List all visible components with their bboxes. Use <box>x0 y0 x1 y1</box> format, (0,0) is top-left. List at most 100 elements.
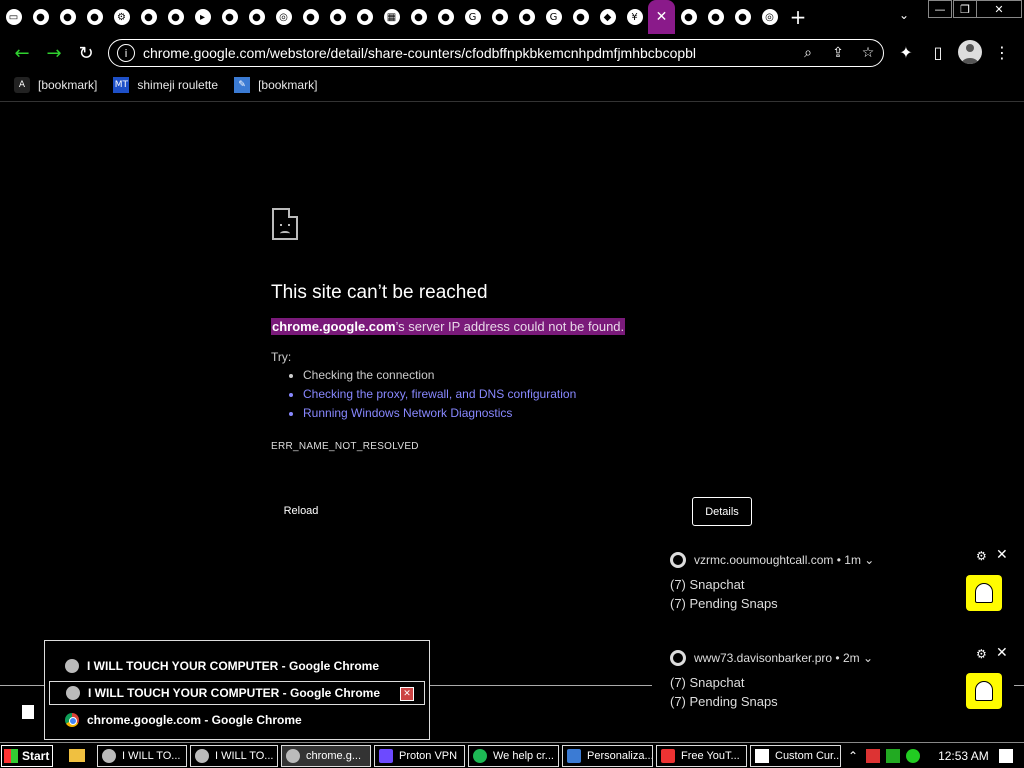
tab[interactable]: ● <box>432 0 459 34</box>
reload-page-button[interactable]: Reload <box>272 498 330 524</box>
window-title: chrome.google.com - Google Chrome <box>87 713 302 727</box>
windows-logo-icon <box>4 748 18 763</box>
notification-age[interactable]: • 1m ⌄ <box>837 553 875 567</box>
show-hidden-icons-icon[interactable]: ⌃ <box>848 749 858 763</box>
volume-icon[interactable] <box>906 749 921 763</box>
notification-toast[interactable]: vzrmc.ooumoughtcall.com • 1m ⌄ ⚙ ✕ (7) S… <box>660 547 1024 637</box>
profile-avatar[interactable] <box>958 40 982 64</box>
minimize-button[interactable]: — <box>928 0 952 18</box>
suggestion-link-proxy[interactable]: Checking the proxy, firewall, and DNS co… <box>303 387 576 401</box>
tab[interactable]: ● <box>162 0 189 34</box>
tab-favicon-icon: ● <box>572 9 589 25</box>
bookmark-label: shimeji roulette <box>137 78 219 92</box>
restore-button[interactable]: ❐ <box>953 0 977 18</box>
tab[interactable]: ● <box>27 0 54 34</box>
tab[interactable]: ▦ <box>378 0 405 34</box>
taskbar-button[interactable]: Personaliza... <box>562 744 653 767</box>
notification-title: (7) Snapchat <box>670 577 745 592</box>
tab[interactable]: ● <box>729 0 756 34</box>
tab[interactable]: ● <box>405 0 432 34</box>
taskbar-thumbnail-popup: I WILL TOUCH YOUR COMPUTER - Google Chro… <box>44 640 430 740</box>
tab-favicon-icon: ● <box>302 9 319 25</box>
close-window-icon[interactable]: ✕ <box>400 687 414 701</box>
start-label: Start <box>22 748 50 763</box>
clock[interactable]: 12:53 AM <box>938 749 989 763</box>
tab[interactable]: ● <box>513 0 540 34</box>
taskbar-button[interactable]: Proton VPN <box>374 744 465 767</box>
tab[interactable]: ● <box>324 0 351 34</box>
tab[interactable]: G <box>540 0 567 34</box>
tab[interactable]: ◎ <box>270 0 297 34</box>
folder-icon[interactable] <box>69 749 85 762</box>
tab[interactable]: ● <box>243 0 270 34</box>
tab[interactable]: ● <box>351 0 378 34</box>
tab[interactable]: ● <box>567 0 594 34</box>
taskbar-button[interactable]: Custom Cur... <box>750 744 841 767</box>
tab[interactable]: ◎ <box>756 0 783 34</box>
window-list-item[interactable]: I WILL TOUCH YOUR COMPUTER - Google Chro… <box>49 654 425 678</box>
new-tab-button[interactable]: + <box>783 0 813 34</box>
window-title: I WILL TOUCH YOUR COMPUTER - Google Chro… <box>87 659 380 673</box>
tab[interactable]: ● <box>81 0 108 34</box>
tab[interactable]: G <box>459 0 486 34</box>
taskbar-button[interactable]: chrome.g... <box>281 744 371 767</box>
side-panel-icon[interactable]: ▯ <box>923 40 953 66</box>
site-info-icon[interactable]: i <box>117 44 135 62</box>
taskbar-button-label: Free YouT... <box>681 749 740 762</box>
show-desktop-icon[interactable] <box>998 749 1013 763</box>
notification-close-icon[interactable]: ✕ <box>996 547 1008 563</box>
tab[interactable]: ● <box>486 0 513 34</box>
address-bar[interactable]: i chrome.google.com/webstore/detail/shar… <box>108 39 884 67</box>
network-icon[interactable] <box>886 749 901 763</box>
tab[interactable]: ● <box>702 0 729 34</box>
tab[interactable]: ● <box>54 0 81 34</box>
divider <box>1014 685 1024 686</box>
taskbar-button[interactable]: I WILL TO... <box>190 744 278 767</box>
tab[interactable]: ⚙ <box>108 0 135 34</box>
active-tab[interactable]: ✕ <box>648 0 675 34</box>
notification-age[interactable]: • 2m ⌄ <box>835 651 873 665</box>
share-icon[interactable]: ⇪ <box>823 45 853 61</box>
tab-search-icon[interactable]: ⌄ <box>892 8 916 26</box>
tab[interactable]: ● <box>135 0 162 34</box>
tab[interactable]: ¥ <box>621 0 648 34</box>
tab[interactable]: ● <box>216 0 243 34</box>
window-list-item[interactable]: chrome.google.com - Google Chrome <box>49 708 425 732</box>
taskbar-button[interactable]: Free YouT... <box>656 744 747 767</box>
bookmark-item[interactable]: A [bookmark] <box>14 77 97 93</box>
notification-settings-icon[interactable]: ⚙ <box>976 647 987 661</box>
bookmark-star-icon[interactable]: ☆ <box>853 45 883 61</box>
tab[interactable]: ▭ <box>0 0 27 34</box>
back-button[interactable]: ← <box>6 37 38 69</box>
notification-close-icon[interactable]: ✕ <box>996 645 1008 661</box>
taskbar-button[interactable]: I WILL TO... <box>97 744 187 767</box>
start-button[interactable]: Start <box>1 744 53 767</box>
bookmark-item[interactable]: MT shimeji roulette <box>113 77 218 93</box>
notification-settings-icon[interactable]: ⚙ <box>976 549 987 563</box>
bookmark-item[interactable]: ✎ [bookmark] <box>234 77 317 93</box>
reload-button[interactable]: ↻ <box>70 37 102 69</box>
menu-icon[interactable]: ⋮ <box>987 40 1017 66</box>
forward-button[interactable]: → <box>38 37 70 69</box>
extensions-icon[interactable]: ✦ <box>891 40 921 66</box>
details-button[interactable]: Details <box>692 497 752 526</box>
tab-favicon-icon: ◎ <box>275 9 292 25</box>
taskbar-button[interactable]: We help cr... <box>468 744 559 767</box>
close-tab-icon[interactable]: ✕ <box>654 9 670 25</box>
tab[interactable]: ▸ <box>189 0 216 34</box>
download-icon <box>661 748 675 763</box>
url-text[interactable]: chrome.google.com/webstore/detail/share-… <box>143 45 793 61</box>
tab[interactable]: ● <box>675 0 702 34</box>
window-list-item[interactable]: I WILL TOUCH YOUR COMPUTER - Google Chro… <box>49 681 425 705</box>
suggestion-link-diagnostics[interactable]: Running Windows Network Diagnostics <box>303 406 576 420</box>
display-settings-icon <box>567 748 581 763</box>
notification-toast[interactable]: www73.davisonbarker.pro • 2m ⌄ ⚙ ✕ (7) S… <box>660 645 1024 735</box>
close-window-button[interactable]: ✕ <box>976 0 1022 18</box>
tab[interactable]: ● <box>297 0 324 34</box>
taskbar: Start I WILL TO... I WILL TO... chrome.g… <box>0 742 1024 768</box>
action-center-flag-icon[interactable] <box>866 749 881 763</box>
tab[interactable]: ◆ <box>594 0 621 34</box>
tab-favicon-icon: ● <box>707 9 724 25</box>
zoom-icon[interactable]: ⌕ <box>793 45 823 61</box>
document-icon[interactable] <box>22 705 34 719</box>
